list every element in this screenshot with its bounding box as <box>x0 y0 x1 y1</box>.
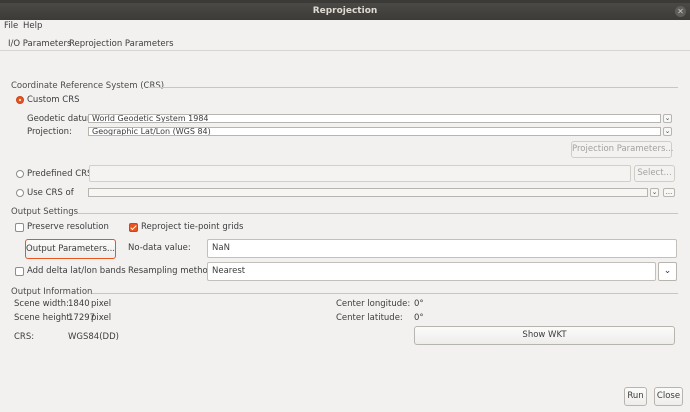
crs-info-label: CRS: <box>14 332 35 342</box>
output-information-title: Output Information <box>11 287 93 297</box>
center-latitude-label: Center latitude: <box>336 313 403 323</box>
use-crs-of-label: Use CRS of <box>27 188 74 198</box>
output-parameters-button[interactable]: Output Parameters... <box>25 239 116 259</box>
crs-group-border <box>148 87 678 88</box>
nodata-value-input[interactable]: NaN <box>207 239 677 258</box>
predefined-crs-field <box>89 165 631 182</box>
output-settings-border <box>78 213 678 214</box>
window-title: Reprojection <box>312 6 378 16</box>
tab-io-parameters[interactable]: I/O Parameters <box>8 39 71 49</box>
use-crs-dropdown-icon[interactable]: ⌄ <box>650 188 659 197</box>
output-settings-title: Output Settings <box>11 207 79 217</box>
tab-divider <box>0 50 690 51</box>
close-window-icon[interactable]: ✕ <box>675 6 686 17</box>
center-latitude-value: 0° <box>414 313 424 323</box>
menu-file[interactable]: File <box>4 21 18 31</box>
title-bar[interactable]: Reprojection ✕ <box>0 3 690 20</box>
custom-crs-label: Custom CRS <box>27 95 80 105</box>
scene-width-label: Scene width: <box>14 299 69 309</box>
resampling-method-label: Resampling method: <box>128 266 216 276</box>
output-information-border <box>92 293 678 294</box>
datum-dropdown-icon[interactable]: ⌄ <box>663 114 672 123</box>
projection-parameters-button[interactable]: Projection Parameters... <box>571 141 674 158</box>
reprojection-dialog: Reprojection ✕ File Help I/O Parameters … <box>0 3 690 412</box>
projection-combo[interactable]: Geographic Lat/Lon (WGS 84) <box>88 127 661 136</box>
select-crs-button[interactable]: Select... <box>634 165 675 182</box>
reproject-tie-point-checkbox[interactable] <box>129 223 138 232</box>
run-button[interactable]: Run <box>624 387 647 406</box>
menu-bar: File Help <box>0 20 690 33</box>
use-crs-of-radio[interactable] <box>16 189 24 197</box>
crs-group-title: Coordinate Reference System (CRS) <box>11 81 165 91</box>
predefined-crs-label: Predefined CRS <box>27 169 93 179</box>
scene-height-unit: pixel <box>91 313 112 323</box>
crs-info-value: WGS84(DD) <box>68 332 119 342</box>
center-longitude-value: 0° <box>414 299 424 309</box>
reproject-tie-point-label: Reproject tie-point grids <box>141 222 244 232</box>
geodetic-datum-combo[interactable]: World Geodetic System 1984 <box>88 114 661 123</box>
show-wkt-button[interactable]: Show WKT <box>414 326 675 345</box>
resampling-dropdown-icon[interactable]: ⌄ <box>658 262 677 281</box>
center-longitude-label: Center longitude: <box>336 299 411 309</box>
add-delta-latlon-checkbox[interactable] <box>15 267 24 276</box>
custom-crs-radio[interactable] <box>16 96 24 104</box>
scene-width-unit: pixel <box>91 299 112 309</box>
tab-reprojection-parameters[interactable]: Reprojection Parameters <box>69 39 174 49</box>
preserve-resolution-label: Preserve resolution <box>27 222 109 232</box>
preserve-resolution-checkbox[interactable] <box>15 223 24 232</box>
scene-width-value: 1840 <box>68 299 90 309</box>
predefined-crs-radio[interactable] <box>16 170 24 178</box>
projection-dropdown-icon[interactable]: ⌄ <box>663 127 672 136</box>
scene-height-label: Scene height: <box>14 313 73 323</box>
use-crs-of-combo[interactable] <box>88 188 648 197</box>
close-button[interactable]: Close <box>654 387 683 406</box>
add-delta-latlon-label: Add delta lat/lon bands <box>27 266 126 276</box>
resampling-method-select[interactable]: Nearest <box>207 262 656 281</box>
use-crs-more-button[interactable]: ... <box>663 188 675 197</box>
nodata-value-label: No-data value: <box>128 243 191 253</box>
menu-help[interactable]: Help <box>23 21 42 31</box>
projection-label: Projection: <box>27 127 72 137</box>
